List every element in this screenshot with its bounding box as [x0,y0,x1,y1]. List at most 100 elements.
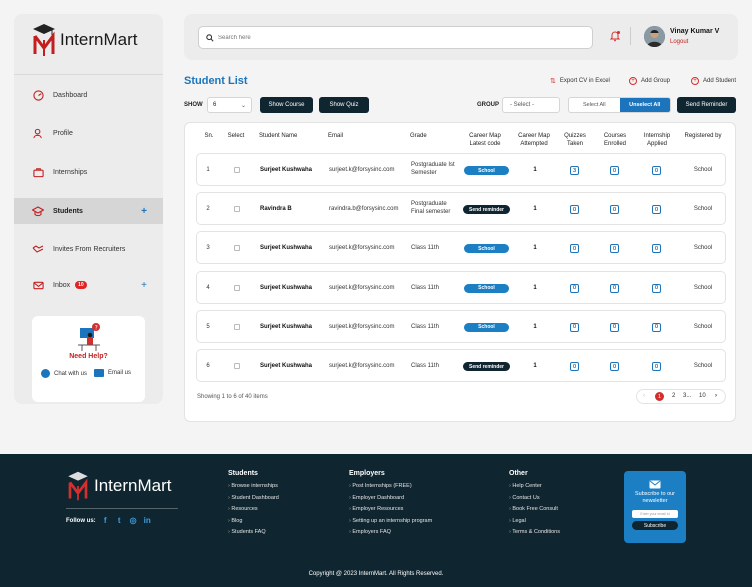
career-map-code-badge[interactable]: School [464,322,509,332]
show-count-select[interactable]: 6 ⌄ [207,97,252,113]
show-quiz-button[interactable]: Show Quiz [319,97,369,113]
internships-applied[interactable]: 0 [652,244,661,254]
page-2-button[interactable]: 2 [672,393,675,399]
footer-link[interactable]: Blog [228,518,279,524]
student-name[interactable]: Surjeet Kushwaha [260,284,312,292]
footer-link[interactable]: Contact Us [509,495,560,501]
internships-applied[interactable]: 0 [652,322,661,332]
courses-enrolled[interactable]: 0 [610,322,619,332]
quizzes-taken[interactable]: 0 [570,205,579,215]
internships-applied[interactable]: 0 [652,362,661,371]
footer-link[interactable]: Legal [509,518,560,524]
search-bar[interactable] [198,26,593,49]
student-name[interactable]: Surjeet Kushwaha [260,166,312,174]
footer-link[interactable]: Student Dashboard [228,495,278,501]
avatar[interactable] [644,26,665,47]
footer-link[interactable]: Book Free Consult [509,506,560,512]
logo[interactable]: InternMart [32,22,137,58]
sidebar-item-inbox[interactable]: Inbox 10 + [14,272,163,298]
table-row[interactable]: 3 Surjeet Kushwaha surjeet.k@forsysinc.com… [196,231,726,265]
career-map-code-badge[interactable]: School [464,166,509,175]
facebook-icon[interactable]: f [101,516,110,525]
career-map-code-badge[interactable]: School [464,244,509,254]
notification-bell-icon[interactable] [609,30,621,42]
table-row[interactable]: 4 Surjeet Kushwaha surjeet.k@forsysinc.com… [196,270,726,304]
sidebar-item-invites[interactable]: Invites From Recruiters [14,236,163,262]
sidebar-item-dashboard[interactable]: Dashboard [14,82,163,108]
courses-enrolled[interactable]: 0 [610,283,619,293]
expand-icon[interactable]: + [141,280,147,291]
table-row[interactable]: 1 Surjeet Kushwaha surjeet.k@forsysinc.com… [196,153,726,186]
group-select[interactable]: - Select - [502,97,560,113]
table-row[interactable]: 6 Surjeet Kushwaha surjeet.k@forsysinc.com… [196,349,726,382]
next-page-button[interactable]: › [715,393,717,399]
twitter-icon[interactable]: t [115,516,124,525]
row-select-checkbox[interactable] [234,245,240,252]
prev-page-button[interactable]: ‹ [643,393,645,399]
internships-applied[interactable]: 0 [652,166,661,175]
courses-enrolled[interactable]: 0 [610,166,619,175]
student-grade: Class 11th [411,284,439,291]
quizzes-taken[interactable]: 0 [570,362,579,371]
send-reminder-button[interactable]: Send Reminder [677,97,736,113]
row-select-checkbox[interactable] [234,323,240,330]
career-map-code-badge[interactable]: School [464,283,509,293]
quizzes-taken[interactable]: 0 [570,283,579,293]
page-1-button[interactable]: 1 [655,392,664,401]
unselect-all-button[interactable]: Unselect All [619,98,670,112]
export-cv-button[interactable]: ⇅ Export CV in Excel [550,77,610,85]
footer-link[interactable]: Setting up an internship program [349,518,432,524]
add-student-button[interactable]: + Add Student [691,77,736,85]
table-row[interactable]: 2 Ravindra B ravindra.b@forsysinc.com Postg… [196,192,726,226]
select-all-button[interactable]: Select All [569,98,620,112]
subscribe-button[interactable]: Subscribe [632,521,678,530]
footer-link[interactable]: Employers FAQ [349,529,432,535]
footer-link[interactable]: Employer Dashboard [349,495,432,501]
expand-icon[interactable]: + [141,206,147,217]
add-group-button[interactable]: + Add Group [629,77,670,85]
dashboard-icon [32,89,44,101]
email-link[interactable]: Email us [94,369,131,377]
student-name[interactable]: Surjeet Kushwaha [260,362,312,370]
footer-link[interactable]: Browse internships [228,483,279,489]
search-input[interactable] [218,34,578,41]
instagram-icon[interactable]: ◎ [129,516,138,525]
courses-enrolled[interactable]: 0 [610,205,619,215]
footer-link[interactable]: Resources [228,506,279,512]
quizzes-taken[interactable]: 3 [570,166,579,175]
briefcase-icon [32,166,44,178]
student-name[interactable]: Ravindra B [260,205,292,213]
show-course-button[interactable]: Show Course [260,97,313,113]
linkedin-icon[interactable]: in [143,516,152,525]
sidebar-item-students[interactable]: Students + [14,198,163,224]
sidebar-item-profile[interactable]: Profile [14,120,163,146]
career-map-code-badge[interactable]: Send reminder [463,362,510,371]
footer-link[interactable]: Help Center [509,483,560,489]
table-row[interactable]: 5 Surjeet Kushwaha surjeet.k@forsysinc.com… [196,309,726,343]
row-select-checkbox[interactable] [234,284,240,291]
student-name[interactable]: Surjeet Kushwaha [260,244,312,252]
student-name[interactable]: Surjeet Kushwaha [260,323,312,331]
newsletter-email-input[interactable]: Enter your email id [632,510,678,518]
row-select-checkbox[interactable] [234,167,240,173]
courses-enrolled[interactable]: 0 [610,244,619,254]
row-select-checkbox[interactable] [234,363,240,369]
footer-logo[interactable]: InternMart [66,470,171,502]
newsletter-icon [649,480,661,489]
career-map-code-badge[interactable]: Send reminder [463,205,510,215]
row-select-checkbox[interactable] [234,206,240,213]
internships-applied[interactable]: 0 [652,205,661,215]
quizzes-taken[interactable]: 0 [570,244,579,254]
footer-link[interactable]: Post Internships (FREE) [349,483,432,489]
quizzes-taken[interactable]: 0 [570,322,579,332]
internships-applied[interactable]: 0 [652,283,661,293]
page-10-button[interactable]: 10 [699,393,706,399]
logout-link[interactable]: Logout [670,39,688,45]
courses-enrolled[interactable]: 0 [610,362,619,371]
footer-link[interactable]: Students FAQ [228,529,279,535]
footer-link[interactable]: Employer Resources [349,506,432,512]
footer-link[interactable]: Terms & Conditions [509,529,560,535]
chat-link[interactable]: Chat with us [41,369,87,378]
sidebar-item-internships[interactable]: Internships [14,159,163,185]
page-3-button[interactable]: 3... [683,393,691,399]
